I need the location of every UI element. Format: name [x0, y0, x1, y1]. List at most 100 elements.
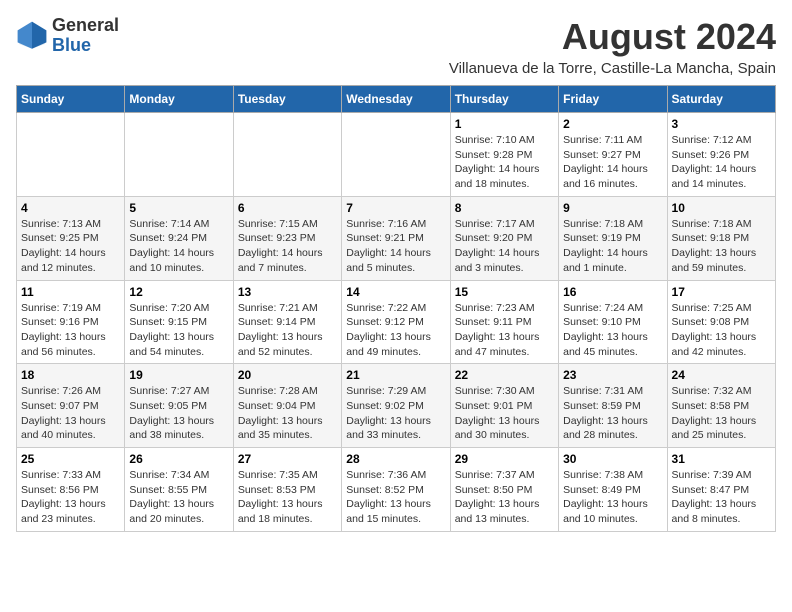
day-detail: Sunrise: 7:35 AM Sunset: 8:53 PM Dayligh… — [238, 468, 337, 527]
calendar-week-5: 25 Sunrise: 7:33 AM Sunset: 8:56 PM Dayli… — [17, 448, 776, 532]
day-number: 16 — [563, 285, 662, 299]
day-number: 10 — [672, 201, 771, 215]
day-detail: Sunrise: 7:22 AM Sunset: 9:12 PM Dayligh… — [346, 301, 445, 360]
day-number: 9 — [563, 201, 662, 215]
calendar-cell: 20 Sunrise: 7:28 AM Sunset: 9:04 PM Dayli… — [233, 364, 341, 448]
day-number: 27 — [238, 452, 337, 466]
day-detail: Sunrise: 7:17 AM Sunset: 9:20 PM Dayligh… — [455, 217, 554, 276]
calendar-cell: 1Sunrise: 7:10 AM Sunset: 9:28 PM Daylig… — [450, 113, 558, 197]
day-number: 23 — [563, 368, 662, 382]
calendar-cell: 15 Sunrise: 7:23 AM Sunset: 9:11 PM Dayli… — [450, 280, 558, 364]
calendar-cell: 5 Sunrise: 7:14 AM Sunset: 9:24 PM Daylig… — [125, 196, 233, 280]
calendar-week-4: 18 Sunrise: 7:26 AM Sunset: 9:07 PM Dayli… — [17, 364, 776, 448]
day-number: 4 — [21, 201, 120, 215]
day-detail: Sunrise: 7:34 AM Sunset: 8:55 PM Dayligh… — [129, 468, 228, 527]
header-monday: Monday — [125, 86, 233, 113]
calendar-cell: 19Sunrise: 7:27 AM Sunset: 9:05 PM Dayli… — [125, 364, 233, 448]
day-number: 25 — [21, 452, 120, 466]
day-detail: Sunrise: 7:14 AM Sunset: 9:24 PM Dayligh… — [129, 217, 228, 276]
calendar-header-row: SundayMondayTuesdayWednesdayThursdayFrid… — [17, 86, 776, 113]
day-detail: Sunrise: 7:37 AM Sunset: 8:50 PM Dayligh… — [455, 468, 554, 527]
header-friday: Friday — [559, 86, 667, 113]
day-number: 14 — [346, 285, 445, 299]
day-detail: Sunrise: 7:21 AM Sunset: 9:14 PM Dayligh… — [238, 301, 337, 360]
day-number: 20 — [238, 368, 337, 382]
page-header: General Blue August 2024 Villanueva de l… — [16, 16, 776, 77]
day-detail: Sunrise: 7:30 AM Sunset: 9:01 PM Dayligh… — [455, 384, 554, 443]
day-detail: Sunrise: 7:11 AM Sunset: 9:27 PM Dayligh… — [563, 133, 662, 192]
calendar-cell: 8 Sunrise: 7:17 AM Sunset: 9:20 PM Daylig… — [450, 196, 558, 280]
day-number: 19 — [129, 368, 228, 382]
calendar-cell: 23 Sunrise: 7:31 AM Sunset: 8:59 PM Dayli… — [559, 364, 667, 448]
calendar-cell: 10 Sunrise: 7:18 AM Sunset: 9:18 PM Dayli… — [667, 196, 775, 280]
header-tuesday: Tuesday — [233, 86, 341, 113]
calendar-cell — [342, 113, 450, 197]
day-number: 15 — [455, 285, 554, 299]
logo: General Blue — [16, 16, 119, 56]
day-detail: Sunrise: 7:29 AM Sunset: 9:02 PM Dayligh… — [346, 384, 445, 443]
day-number: 21 — [346, 368, 445, 382]
day-detail: Sunrise: 7:26 AM Sunset: 9:07 PM Dayligh… — [21, 384, 120, 443]
calendar-cell — [17, 113, 125, 197]
day-detail: Sunrise: 7:31 AM Sunset: 8:59 PM Dayligh… — [563, 384, 662, 443]
day-number: 6 — [238, 201, 337, 215]
day-number: 11 — [21, 285, 120, 299]
calendar-cell: 16Sunrise: 7:24 AM Sunset: 9:10 PM Dayli… — [559, 280, 667, 364]
day-detail: Sunrise: 7:13 AM Sunset: 9:25 PM Dayligh… — [21, 217, 120, 276]
calendar-cell: 27 Sunrise: 7:35 AM Sunset: 8:53 PM Dayli… — [233, 448, 341, 532]
day-detail: Sunrise: 7:36 AM Sunset: 8:52 PM Dayligh… — [346, 468, 445, 527]
calendar-cell: 26 Sunrise: 7:34 AM Sunset: 8:55 PM Dayli… — [125, 448, 233, 532]
calendar-cell: 25 Sunrise: 7:33 AM Sunset: 8:56 PM Dayli… — [17, 448, 125, 532]
calendar-cell: 31 Sunrise: 7:39 AM Sunset: 8:47 PM Dayli… — [667, 448, 775, 532]
calendar-cell: 7 Sunrise: 7:16 AM Sunset: 9:21 PM Daylig… — [342, 196, 450, 280]
day-detail: Sunrise: 7:32 AM Sunset: 8:58 PM Dayligh… — [672, 384, 771, 443]
calendar-cell: 17Sunrise: 7:25 AM Sunset: 9:08 PM Dayli… — [667, 280, 775, 364]
day-detail: Sunrise: 7:18 AM Sunset: 9:18 PM Dayligh… — [672, 217, 771, 276]
day-number: 18 — [21, 368, 120, 382]
day-detail: Sunrise: 7:12 AM Sunset: 9:26 PM Dayligh… — [672, 133, 771, 192]
logo-blue-text: Blue — [52, 36, 119, 56]
day-detail: Sunrise: 7:16 AM Sunset: 9:21 PM Dayligh… — [346, 217, 445, 276]
day-number: 31 — [672, 452, 771, 466]
day-detail: Sunrise: 7:33 AM Sunset: 8:56 PM Dayligh… — [21, 468, 120, 527]
day-number: 12 — [129, 285, 228, 299]
day-number: 28 — [346, 452, 445, 466]
day-number: 5 — [129, 201, 228, 215]
calendar-cell: 11Sunrise: 7:19 AM Sunset: 9:16 PM Dayli… — [17, 280, 125, 364]
day-number: 13 — [238, 285, 337, 299]
calendar-cell: 29 Sunrise: 7:37 AM Sunset: 8:50 PM Dayli… — [450, 448, 558, 532]
calendar-table: SundayMondayTuesdayWednesdayThursdayFrid… — [16, 85, 776, 532]
calendar-cell: 12 Sunrise: 7:20 AM Sunset: 9:15 PM Dayli… — [125, 280, 233, 364]
calendar-cell: 9 Sunrise: 7:18 AM Sunset: 9:19 PM Daylig… — [559, 196, 667, 280]
day-number: 22 — [455, 368, 554, 382]
calendar-cell: 22 Sunrise: 7:30 AM Sunset: 9:01 PM Dayli… — [450, 364, 558, 448]
day-detail: Sunrise: 7:20 AM Sunset: 9:15 PM Dayligh… — [129, 301, 228, 360]
day-detail: Sunrise: 7:15 AM Sunset: 9:23 PM Dayligh… — [238, 217, 337, 276]
calendar-week-1: 1Sunrise: 7:10 AM Sunset: 9:28 PM Daylig… — [17, 113, 776, 197]
main-title: August 2024 — [449, 16, 776, 58]
day-number: 29 — [455, 452, 554, 466]
day-number: 2 — [563, 117, 662, 131]
day-number: 26 — [129, 452, 228, 466]
day-number: 17 — [672, 285, 771, 299]
calendar-cell: 13 Sunrise: 7:21 AM Sunset: 9:14 PM Dayli… — [233, 280, 341, 364]
calendar-cell: 14 Sunrise: 7:22 AM Sunset: 9:12 PM Dayli… — [342, 280, 450, 364]
day-number: 8 — [455, 201, 554, 215]
day-detail: Sunrise: 7:28 AM Sunset: 9:04 PM Dayligh… — [238, 384, 337, 443]
title-block: August 2024 Villanueva de la Torre, Cast… — [449, 16, 776, 77]
day-detail: Sunrise: 7:18 AM Sunset: 9:19 PM Dayligh… — [563, 217, 662, 276]
day-detail: Sunrise: 7:10 AM Sunset: 9:28 PM Dayligh… — [455, 133, 554, 192]
day-number: 7 — [346, 201, 445, 215]
header-sunday: Sunday — [17, 86, 125, 113]
calendar-cell: 24Sunrise: 7:32 AM Sunset: 8:58 PM Dayli… — [667, 364, 775, 448]
logo-general-text: General — [52, 16, 119, 36]
calendar-cell: 18 Sunrise: 7:26 AM Sunset: 9:07 PM Dayli… — [17, 364, 125, 448]
subtitle: Villanueva de la Torre, Castille-La Manc… — [449, 60, 776, 77]
header-thursday: Thursday — [450, 86, 558, 113]
calendar-week-3: 11Sunrise: 7:19 AM Sunset: 9:16 PM Dayli… — [17, 280, 776, 364]
day-detail: Sunrise: 7:23 AM Sunset: 9:11 PM Dayligh… — [455, 301, 554, 360]
calendar-cell: 4 Sunrise: 7:13 AM Sunset: 9:25 PM Daylig… — [17, 196, 125, 280]
logo-text: General Blue — [52, 16, 119, 56]
calendar-cell: 2 Sunrise: 7:11 AM Sunset: 9:27 PM Daylig… — [559, 113, 667, 197]
day-detail: Sunrise: 7:39 AM Sunset: 8:47 PM Dayligh… — [672, 468, 771, 527]
